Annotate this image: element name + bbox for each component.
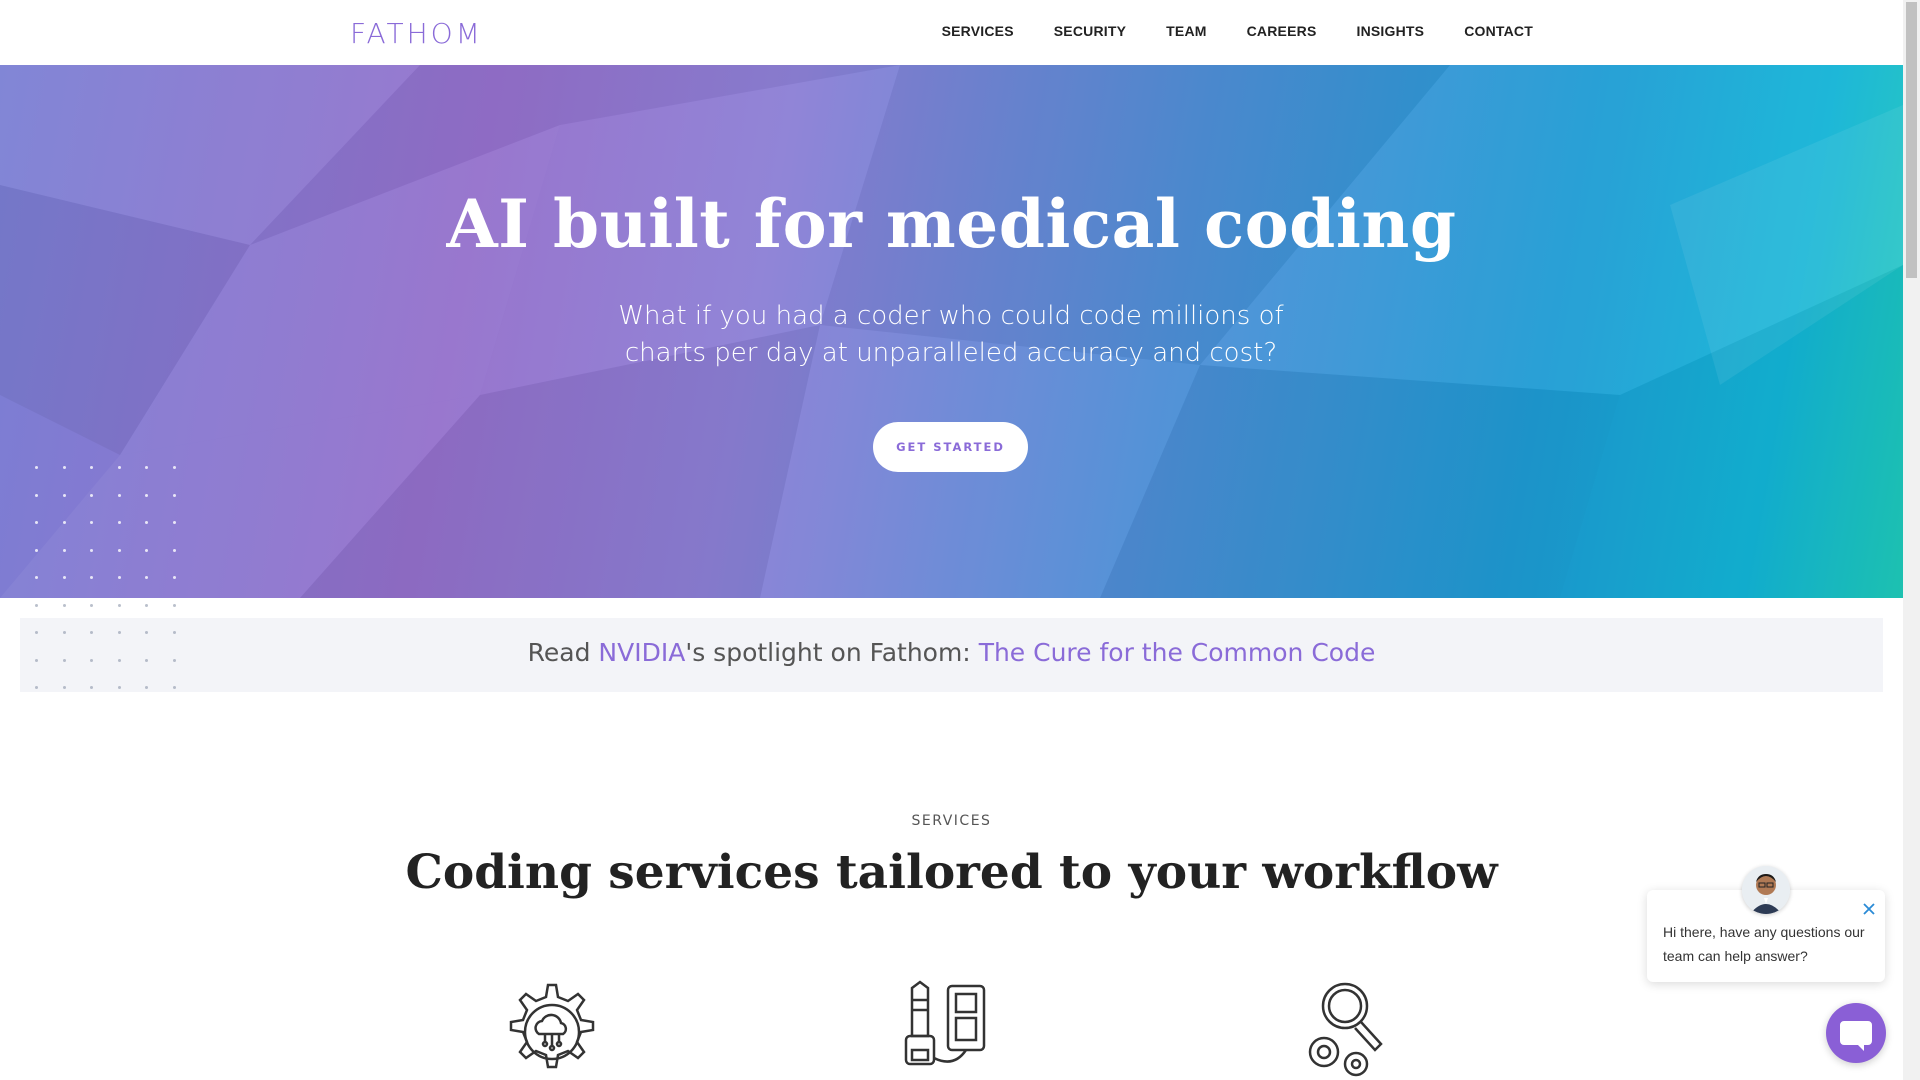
- grid-dot: [35, 658, 38, 662]
- magnifier-gears-icon: [1308, 982, 1383, 1077]
- grid-dot: [172, 493, 176, 497]
- grid-dot: [35, 603, 38, 607]
- banner-text: Read NVIDIA's spotlight on Fathom: The C…: [528, 638, 1376, 667]
- grid-dot: [117, 686, 121, 689]
- grid-dot: [62, 631, 66, 634]
- grid-dot: [145, 521, 148, 524]
- nvidia-spotlight-banner: Read NVIDIA's spotlight on Fathom: The C…: [20, 618, 1883, 692]
- grid-dot: [172, 658, 176, 662]
- grid-dot: [90, 686, 93, 689]
- nav-careers[interactable]: CAREERS: [1227, 23, 1337, 39]
- chat-message: Hi there, have any questions our team ca…: [1663, 924, 1865, 964]
- grid-dot: [117, 493, 121, 497]
- grid-dot: [145, 576, 148, 579]
- services-title: Coding services tailored to your workflo…: [405, 845, 1498, 900]
- chat-icon: [1840, 1021, 1872, 1051]
- grid-dot: [145, 466, 148, 469]
- grid-dot: [172, 576, 176, 579]
- grid-dot: [145, 658, 148, 662]
- grid-dot: [62, 466, 66, 469]
- grid-dot: [172, 466, 176, 469]
- hero-section: AI built for medical coding What if you …: [0, 65, 1903, 598]
- grid-dot: [90, 603, 93, 607]
- site-header: FATHOM SERVICES SECURITY TEAM CAREERS IN…: [0, 0, 1903, 65]
- logo[interactable]: FATHOM: [350, 17, 483, 50]
- grid-dot: [62, 548, 66, 552]
- grid-dot: [117, 603, 121, 607]
- grid-dot: [62, 576, 66, 579]
- page-scrollbar[interactable]: [1903, 0, 1920, 1080]
- nav-security[interactable]: SECURITY: [1034, 23, 1146, 39]
- banner-prefix: Read: [527, 638, 599, 667]
- article-link[interactable]: The Cure for the Common Code: [979, 638, 1376, 667]
- grid-dot: [172, 686, 176, 689]
- grid-dot: [90, 548, 93, 552]
- nav-insights[interactable]: INSIGHTS: [1336, 23, 1444, 39]
- decorative-dot-grid: [35, 466, 185, 696]
- grid-dot: [35, 548, 38, 552]
- grid-dot: [35, 521, 38, 524]
- grid-dot: [35, 466, 38, 469]
- chat-launcher-button[interactable]: [1826, 1003, 1886, 1063]
- grid-dot: [90, 658, 93, 662]
- grid-dot: [117, 521, 121, 524]
- grid-dot: [145, 548, 148, 552]
- grid-dot: [172, 603, 176, 607]
- grid-dot: [145, 603, 148, 607]
- close-icon[interactable]: [1860, 900, 1878, 918]
- services-kicker: SERVICES: [911, 813, 992, 829]
- agent-avatar: [1742, 866, 1790, 914]
- grid-dot: [90, 466, 93, 469]
- grid-dot: [62, 658, 66, 662]
- get-started-button[interactable]: GET STARTED: [873, 422, 1028, 472]
- banner-middle: 's spotlight on Fathom:: [685, 638, 979, 667]
- gear-cloud-icon: [509, 983, 595, 1069]
- grid-dot: [172, 631, 176, 634]
- nav-services[interactable]: SERVICES: [922, 23, 1034, 39]
- hero-subtitle: What if you had a coder who could code m…: [618, 301, 1284, 368]
- grid-dot: [117, 466, 121, 469]
- grid-dot: [90, 576, 93, 579]
- grid-dot: [62, 493, 66, 497]
- grid-dot: [117, 576, 121, 579]
- nav-team[interactable]: TEAM: [1146, 23, 1226, 39]
- grid-dot: [172, 521, 176, 524]
- grid-dot: [90, 631, 93, 634]
- grid-dot: [35, 686, 38, 689]
- grid-dot: [117, 548, 121, 552]
- grid-dot: [117, 631, 121, 634]
- grid-dot: [62, 686, 66, 689]
- grid-dot: [145, 631, 148, 634]
- scrollbar-thumb[interactable]: [1906, 2, 1917, 278]
- grid-dot: [35, 576, 38, 579]
- grid-dot: [90, 493, 93, 497]
- hero-title: AI built for medical coding: [446, 185, 1457, 263]
- grid-dot: [145, 493, 148, 497]
- grid-dot: [35, 631, 38, 634]
- grid-dot: [145, 686, 148, 689]
- grid-dot: [62, 603, 66, 607]
- grid-dot: [62, 521, 66, 524]
- nvidia-link[interactable]: NVIDIA: [598, 638, 685, 667]
- key-lock-icon: [904, 980, 986, 1066]
- grid-dot: [172, 548, 176, 552]
- grid-dot: [117, 658, 121, 662]
- grid-dot: [90, 521, 93, 524]
- main-nav: SERVICES SECURITY TEAM CAREERS INSIGHTS …: [922, 23, 1533, 39]
- grid-dot: [35, 493, 38, 497]
- nav-contact[interactable]: CONTACT: [1444, 23, 1533, 39]
